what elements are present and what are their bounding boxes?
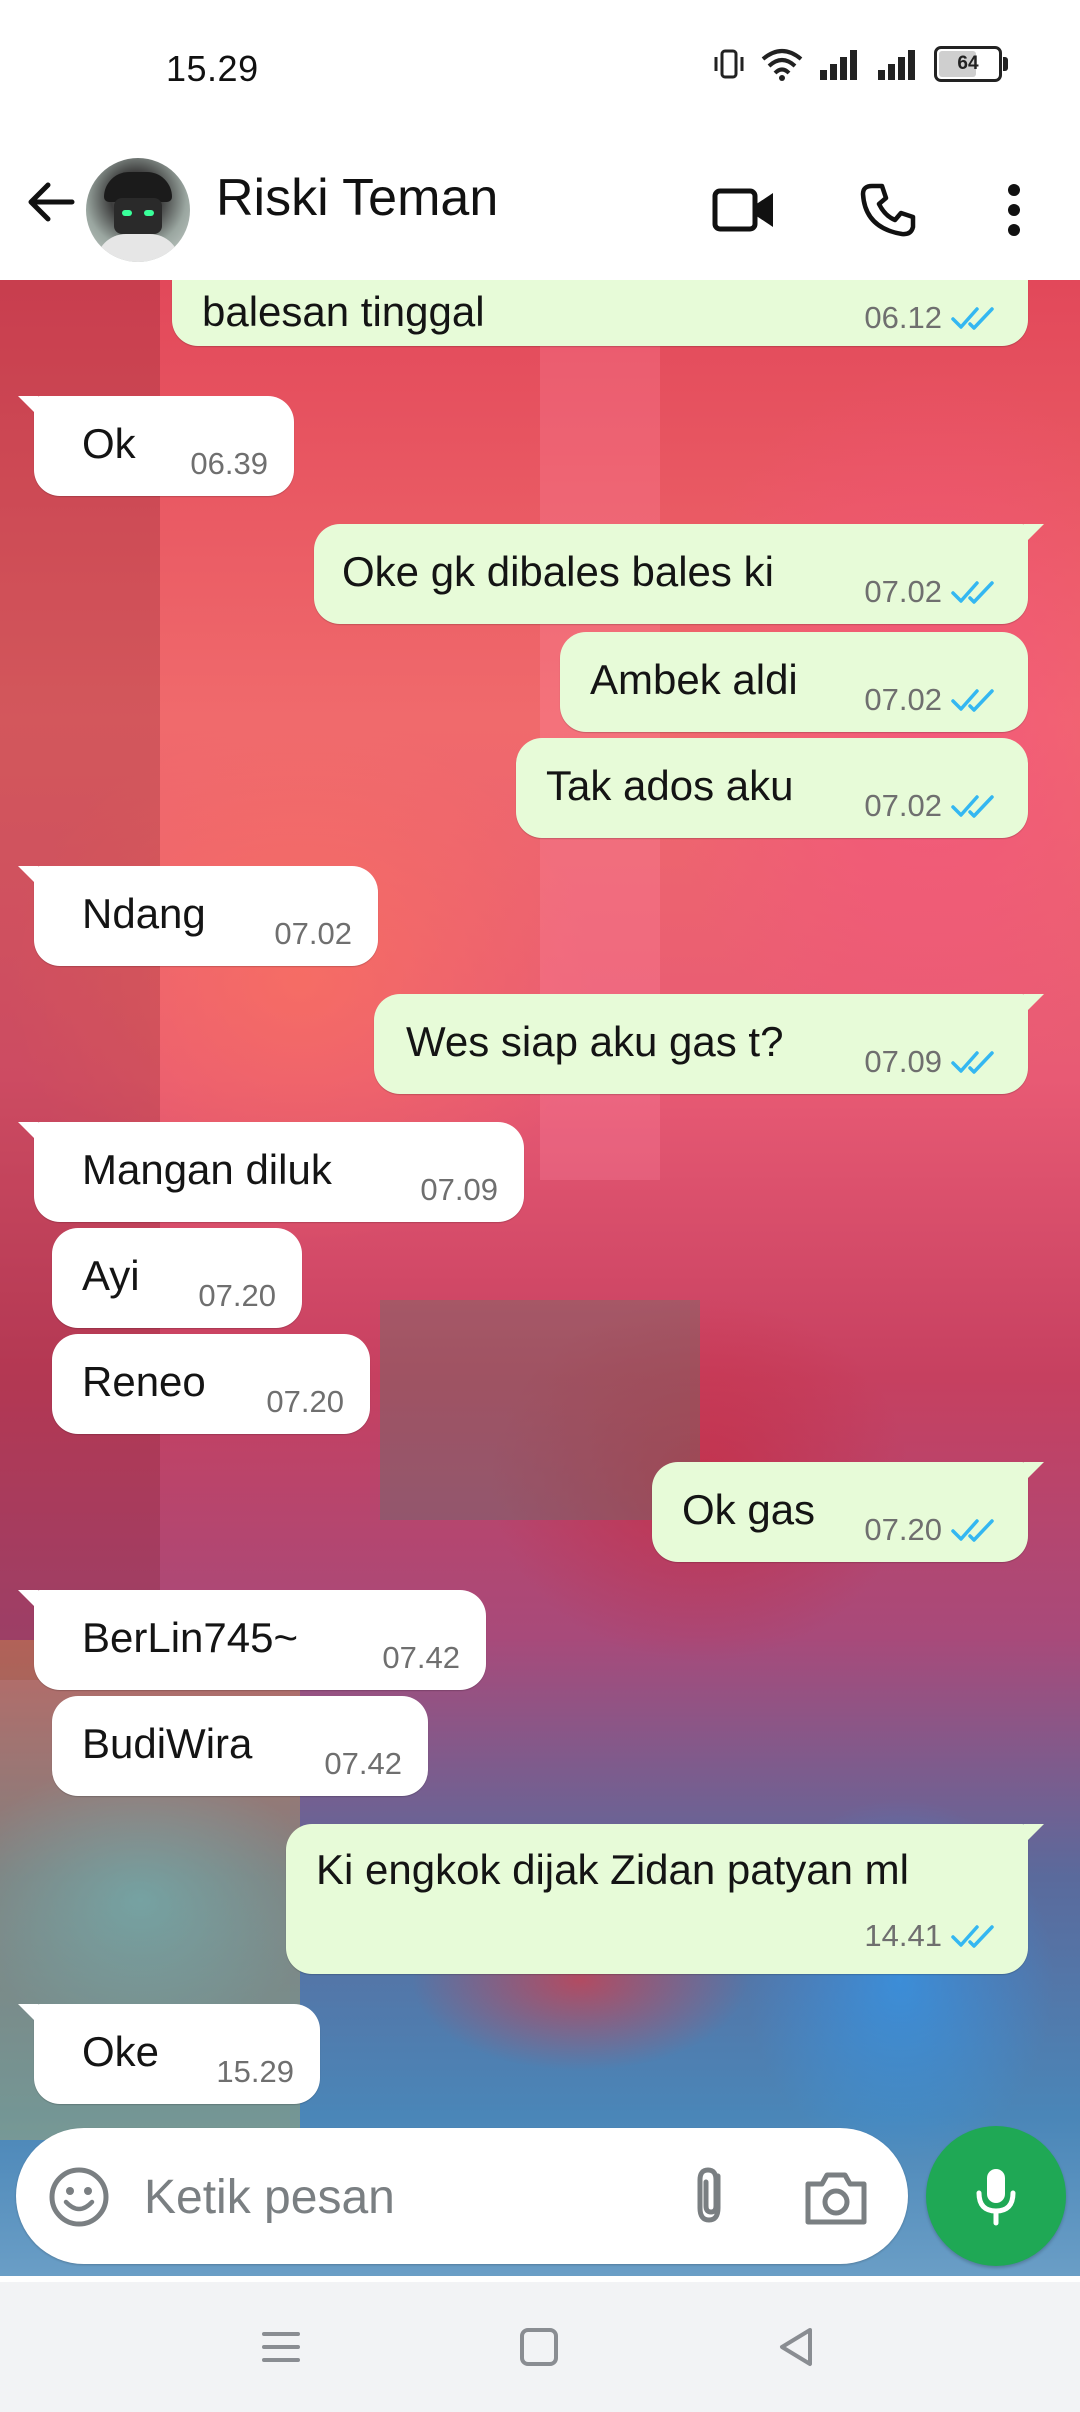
- message-text: Wes siap aku gas t?: [406, 1018, 784, 1065]
- emoji-icon[interactable]: [48, 2166, 110, 2228]
- message-time: 06.39: [190, 446, 268, 481]
- message-composer[interactable]: Ketik pesan: [16, 2128, 908, 2264]
- avatar[interactable]: [86, 158, 190, 262]
- read-ticks-icon: [951, 1519, 994, 1542]
- message-bubble-outgoing[interactable]: balesan tinggal 06.12: [172, 280, 1028, 346]
- message-bubble-incoming[interactable]: BudiWira 07.42: [52, 1696, 428, 1796]
- message-bubble-incoming[interactable]: Ndang 07.02: [18, 866, 378, 966]
- read-ticks-icon: [951, 689, 994, 712]
- message-time: 07.02: [864, 682, 942, 717]
- more-options-button[interactable]: [976, 172, 1052, 248]
- system-navigation-bar: [0, 2282, 1080, 2412]
- wifi-icon: [761, 49, 803, 81]
- message-bubble-outgoing[interactable]: Oke gk dibales bales ki 07.02: [314, 524, 1044, 624]
- message-meta: 07.02: [864, 574, 1002, 610]
- message-text: BudiWira: [82, 1720, 253, 1767]
- message-text: balesan tinggal: [202, 288, 485, 335]
- message-text: Mangan diluk: [82, 1146, 332, 1193]
- message-text: Ambek aldi: [590, 656, 798, 703]
- read-ticks-icon: [951, 307, 994, 330]
- message-meta: 07.20: [864, 1512, 1002, 1548]
- camera-icon[interactable]: [802, 2164, 870, 2230]
- message-time: 07.09: [420, 1172, 498, 1207]
- message-time: 07.20: [864, 1512, 942, 1547]
- signal-icon-sim2: [878, 50, 915, 80]
- status-icons: 64: [712, 46, 1008, 82]
- read-ticks-icon: [951, 1925, 994, 1948]
- signal-icon-sim1: [820, 50, 857, 80]
- message-bubble-incoming[interactable]: BerLin745~ 07.42: [18, 1590, 486, 1690]
- back-arrow-icon[interactable]: [22, 172, 82, 232]
- home-square-icon[interactable]: [514, 2322, 564, 2372]
- message-text: Ki engkok dijak Zidan patyan ml: [316, 1846, 909, 1893]
- message-time: 06.12: [864, 300, 942, 335]
- microphone-icon: [976, 2169, 1016, 2226]
- battery-level: 64: [957, 53, 979, 74]
- status-bar: 15.29 64: [0, 0, 1080, 138]
- read-ticks-icon: [951, 795, 994, 818]
- message-bubble-outgoing[interactable]: Tak ados aku 07.02: [516, 738, 1028, 838]
- chat-area[interactable]: balesan tinggal 06.12 Ok 06.39 Oke gk di…: [0, 280, 1080, 2276]
- message-text: Oke gk dibales bales ki: [342, 548, 774, 595]
- message-text: Ok gas: [682, 1486, 816, 1533]
- video-call-icon: [712, 188, 773, 232]
- vibrate-icon: [714, 49, 744, 79]
- message-bubble-incoming[interactable]: Ayi 07.20: [52, 1228, 302, 1328]
- back-triangle-icon[interactable]: [772, 2322, 822, 2372]
- message-time: 07.42: [324, 1746, 402, 1781]
- message-text: Ayi: [82, 1252, 140, 1299]
- message-bubble-outgoing[interactable]: Ok gas 07.20: [652, 1462, 1044, 1562]
- message-text: Oke: [82, 2028, 160, 2075]
- message-time: 07.20: [266, 1384, 344, 1419]
- menu-icon[interactable]: [256, 2322, 306, 2372]
- status-time: 15.29: [166, 48, 259, 89]
- message-bubble-incoming[interactable]: Reneo 07.20: [52, 1334, 370, 1434]
- chat-header: Riski Teman: [0, 138, 1080, 280]
- message-bubble-incoming[interactable]: Mangan diluk 07.09: [18, 1122, 524, 1222]
- message-time: 14.41: [864, 1918, 942, 1953]
- message-bubble-incoming[interactable]: Ok 06.39: [18, 396, 294, 496]
- message-bubble-outgoing[interactable]: Wes siap aku gas t? 07.09: [374, 994, 1044, 1094]
- more-options-icon: [1008, 184, 1020, 236]
- read-ticks-icon: [951, 581, 994, 604]
- voice-call-icon: [860, 183, 916, 237]
- voice-record-button[interactable]: [926, 2126, 1066, 2266]
- read-ticks-icon: [951, 1051, 994, 1074]
- attach-icon[interactable]: [678, 2162, 744, 2228]
- message-bubble-outgoing[interactable]: Ambek aldi 07.02: [560, 632, 1028, 732]
- message-time: 07.20: [198, 1278, 276, 1313]
- contact-name[interactable]: Riski Teman: [216, 168, 498, 228]
- message-input[interactable]: Ketik pesan: [144, 2170, 395, 2225]
- message-meta: 14.41: [864, 1918, 1002, 1954]
- message-time: 07.02: [274, 916, 352, 951]
- message-text: Reneo: [82, 1358, 206, 1405]
- message-meta: 07.02: [864, 682, 1002, 718]
- message-bubble-incoming[interactable]: Oke 15.29: [18, 2004, 320, 2104]
- message-meta: 07.09: [864, 1044, 1002, 1080]
- voice-call-button[interactable]: [850, 172, 926, 248]
- message-time: 07.09: [864, 1044, 942, 1079]
- message-time: 07.02: [864, 574, 942, 609]
- battery-indicator: 64: [934, 46, 1008, 82]
- message-meta: 07.02: [864, 788, 1002, 824]
- message-bubble-outgoing[interactable]: Ki engkok dijak Zidan patyan ml 14.41: [286, 1824, 1044, 1974]
- message-time: 15.29: [216, 2054, 294, 2089]
- message-text: Ok: [82, 420, 136, 467]
- message-meta: 06.12: [864, 300, 1002, 336]
- message-text: Tak ados aku: [546, 762, 794, 809]
- message-time: 07.42: [382, 1640, 460, 1675]
- message-text: BerLin745~: [82, 1614, 299, 1661]
- message-time: 07.02: [864, 788, 942, 823]
- video-call-button[interactable]: [706, 172, 782, 248]
- message-text: Ndang: [82, 890, 206, 937]
